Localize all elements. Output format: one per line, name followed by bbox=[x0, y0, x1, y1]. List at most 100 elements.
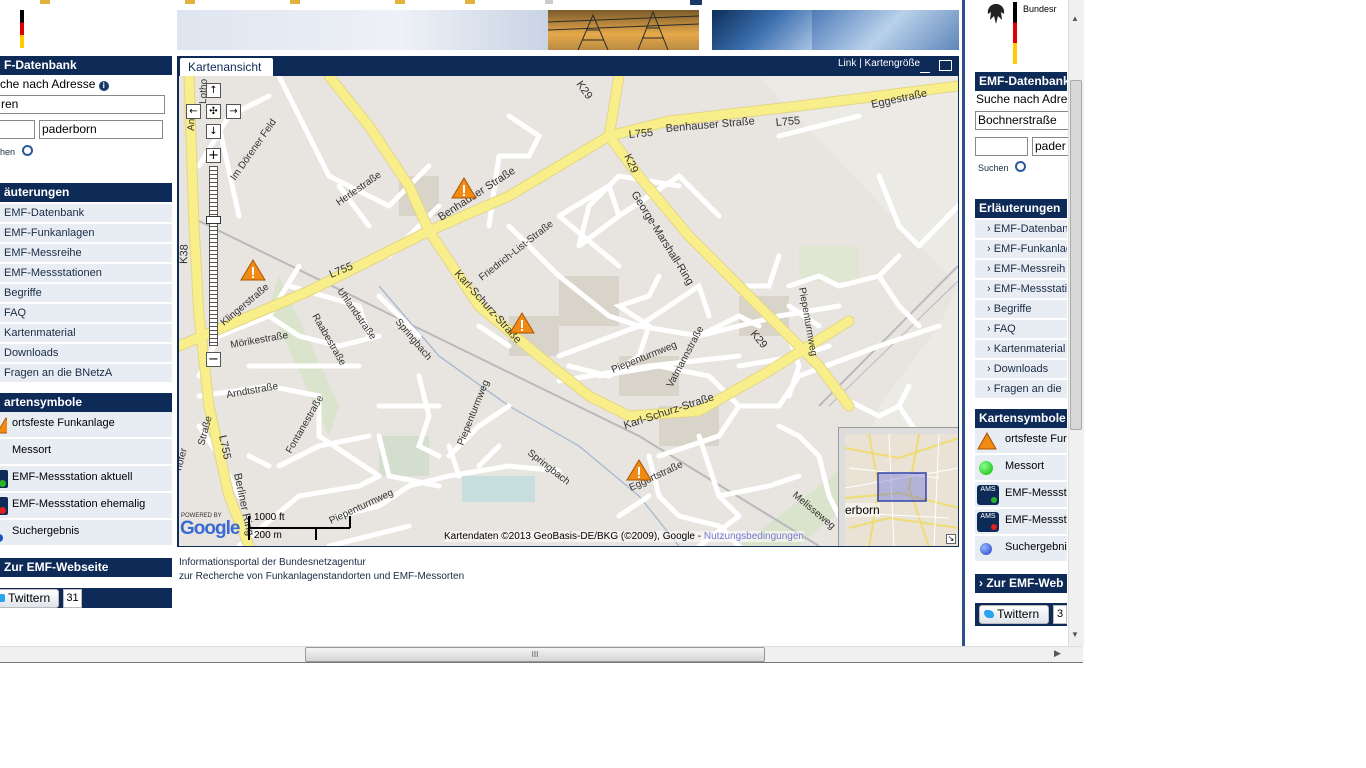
ams-station-former-icon bbox=[0, 497, 8, 515]
right-sidebar-item-2[interactable]: › EMF-Messreih bbox=[975, 260, 1067, 279]
left-street-input[interactable]: ren bbox=[0, 95, 165, 114]
left-sidebar-item-0[interactable]: EMF-Datenbank bbox=[0, 204, 172, 223]
header-banner-industry-image bbox=[812, 10, 959, 50]
label-moerikestrasse: Mörikestraße bbox=[230, 330, 290, 351]
left-sidebar-item-6[interactable]: Kartenmaterial bbox=[0, 324, 172, 343]
label-piepenturmweg-3: Piepenturmweg bbox=[456, 379, 492, 448]
left-sidebar-item-3[interactable]: EMF-Messstationen bbox=[0, 264, 172, 283]
left-symbol-row-suchergebnis: Suchergebnis bbox=[0, 520, 172, 546]
right-sidebar-item-4[interactable]: › Begriffe bbox=[975, 300, 1067, 319]
label-george-marshall: George-Marshall-Ring bbox=[628, 189, 696, 287]
left-sidebar-item-8[interactable]: Fragen an die BNetzA bbox=[0, 364, 172, 383]
left-plz-input[interactable] bbox=[0, 120, 35, 139]
chevron-right-icon: › bbox=[987, 243, 994, 255]
marker-funkanlage-4[interactable] bbox=[626, 459, 652, 481]
footer-line-2: zur Recherche von Funkanlagenstandorten … bbox=[179, 571, 465, 582]
left-sidebar-item-2[interactable]: EMF-Messreihe bbox=[0, 244, 172, 263]
zoom-slider-track[interactable] bbox=[209, 166, 218, 346]
right-sidebar-item-7[interactable]: › Downloads bbox=[975, 360, 1067, 379]
label-friedrich-list: Friedrich-List-Straße bbox=[477, 218, 556, 283]
map-canvas[interactable]: Benhauser Straße Benhauser Straße L755 L… bbox=[179, 76, 958, 546]
zoom-slider-handle[interactable] bbox=[206, 216, 221, 224]
marker-funkanlage-2[interactable] bbox=[240, 259, 266, 281]
right-webseite-link[interactable]: › Zur EMF-Web bbox=[975, 574, 1067, 593]
left-sidebar-item-5[interactable]: FAQ bbox=[0, 304, 172, 323]
label-benhauser-2: Benhauser Straße bbox=[665, 115, 755, 135]
map-link[interactable]: Link bbox=[838, 58, 856, 69]
left-emf-datenbank-heading: F-Datenbank bbox=[0, 56, 172, 75]
map-size-large-button[interactable] bbox=[939, 60, 952, 71]
right-vertical-scroll-thumb[interactable] bbox=[1070, 80, 1082, 430]
left-kartensymbole-heading: artensymbole bbox=[0, 393, 172, 412]
right-sidebar-item-8[interactable]: › Fragen an die bbox=[975, 380, 1067, 399]
zoom-out-button[interactable]: − bbox=[206, 352, 221, 367]
horizontal-scroll-thumb[interactable]: III bbox=[305, 647, 765, 662]
right-symbol-row-funkanlage: ortsfeste Fur bbox=[975, 428, 1067, 454]
pan-right-button[interactable]: → bbox=[226, 104, 241, 119]
label-strasse: Straße bbox=[196, 415, 215, 447]
right-sidebar-item-6[interactable]: › Kartenmaterial bbox=[975, 340, 1067, 359]
right-street-input[interactable]: Bochnerstraße bbox=[975, 111, 1075, 130]
magnifier-icon bbox=[21, 145, 33, 156]
right-twitter-button[interactable]: Twittern bbox=[979, 605, 1049, 624]
pan-up-button[interactable]: ↑ bbox=[206, 83, 221, 98]
right-symbol-row-station-ehemalig: AMS EMF-Messsta bbox=[975, 509, 1067, 535]
left-sidebar-item-1[interactable]: EMF-Funkanlagen bbox=[0, 224, 172, 243]
scroll-right-arrow-icon[interactable]: ▶ bbox=[1054, 648, 1061, 659]
twitter-bird-icon bbox=[984, 610, 994, 618]
scroll-down-arrow-icon[interactable]: ▼ bbox=[1071, 630, 1079, 639]
marker-funkanlage-3[interactable] bbox=[509, 312, 535, 334]
right-symbol-row-suchergebnis: Suchergebni bbox=[975, 536, 1067, 562]
warning-triangle-icon bbox=[977, 432, 997, 450]
ams-station-current-icon bbox=[0, 470, 8, 488]
map-link-bar: Link | Kartengröße bbox=[838, 58, 921, 69]
header-banner-phone-image bbox=[712, 10, 812, 50]
right-search-button[interactable]: Suchen bbox=[978, 160, 1027, 173]
right-emf-datenbank-heading: EMF-Datenbank bbox=[975, 72, 1067, 91]
label-k29-b: K29 bbox=[621, 152, 640, 175]
overview-map[interactable]: erborn ↘ bbox=[838, 427, 958, 546]
google-logo[interactable]: Google bbox=[180, 518, 240, 540]
left-twitter-button[interactable]: Twittern bbox=[0, 589, 59, 608]
chevron-right-icon: › bbox=[979, 576, 983, 590]
zoom-in-button[interactable]: + bbox=[206, 148, 221, 163]
right-sidebar-item-1[interactable]: › EMF-Funkanlag bbox=[975, 240, 1067, 259]
terms-link[interactable]: Nutzungsbedingungen bbox=[704, 531, 804, 542]
pan-down-button[interactable]: ↓ bbox=[206, 124, 221, 139]
left-symbol-row-funkanlage: ortsfeste Funkanlage bbox=[0, 412, 172, 438]
right-sidebar-item-3[interactable]: › EMF-Messstati bbox=[975, 280, 1067, 299]
left-symbol-row-station-aktuell: EMF-Messstation aktuell bbox=[0, 466, 172, 492]
pan-center-button[interactable]: ✣ bbox=[206, 104, 221, 119]
left-webseite-link[interactable]: Zur EMF-Webseite bbox=[0, 558, 172, 577]
label-herlestrasse: Herlestraße bbox=[334, 169, 383, 208]
right-plz-input[interactable] bbox=[975, 137, 1028, 156]
left-twitter-count: 31 bbox=[63, 589, 82, 608]
right-sidebar-item-5[interactable]: › FAQ bbox=[975, 320, 1067, 339]
chevron-right-icon: › bbox=[987, 343, 994, 355]
label-doerener-feld: Im Dörener Feld bbox=[228, 117, 278, 182]
twitter-bird-icon bbox=[0, 594, 5, 602]
green-dot-icon bbox=[979, 461, 993, 475]
label-k29-a: K29 bbox=[574, 79, 595, 102]
label-k29-c: K29 bbox=[748, 328, 770, 351]
ams-station-former-icon: AMS bbox=[977, 512, 999, 532]
label-l755-d: L755 bbox=[216, 434, 233, 460]
pan-left-button[interactable]: ← bbox=[186, 104, 201, 119]
map-title: Kartenansicht bbox=[188, 60, 262, 74]
scroll-up-arrow-icon[interactable]: ▲ bbox=[1071, 14, 1079, 23]
info-icon[interactable]: i bbox=[98, 81, 109, 91]
right-kartensymbole-heading: Kartensymbole bbox=[975, 409, 1067, 428]
left-search-button[interactable]: hen bbox=[0, 144, 33, 157]
label-fontanestrasse: Fontanestraße bbox=[284, 393, 326, 455]
overview-toggle-icon[interactable]: ↘ bbox=[946, 534, 956, 544]
right-twitter-count: 3 bbox=[1053, 605, 1067, 624]
map-size-small-button[interactable] bbox=[920, 66, 930, 73]
marker-funkanlage-1[interactable] bbox=[451, 177, 477, 199]
left-city-input[interactable]: paderborn bbox=[39, 120, 163, 139]
left-sidebar-item-4[interactable]: Begriffe bbox=[0, 284, 172, 303]
left-sidebar-item-7[interactable]: Downloads bbox=[0, 344, 172, 363]
right-sidebar-item-0[interactable]: › EMF-Datenban bbox=[975, 220, 1067, 239]
chevron-right-icon: › bbox=[987, 263, 994, 275]
right-search-label: Suche nach Adre bbox=[976, 92, 1068, 106]
header-banner-pylon-image bbox=[548, 10, 699, 50]
